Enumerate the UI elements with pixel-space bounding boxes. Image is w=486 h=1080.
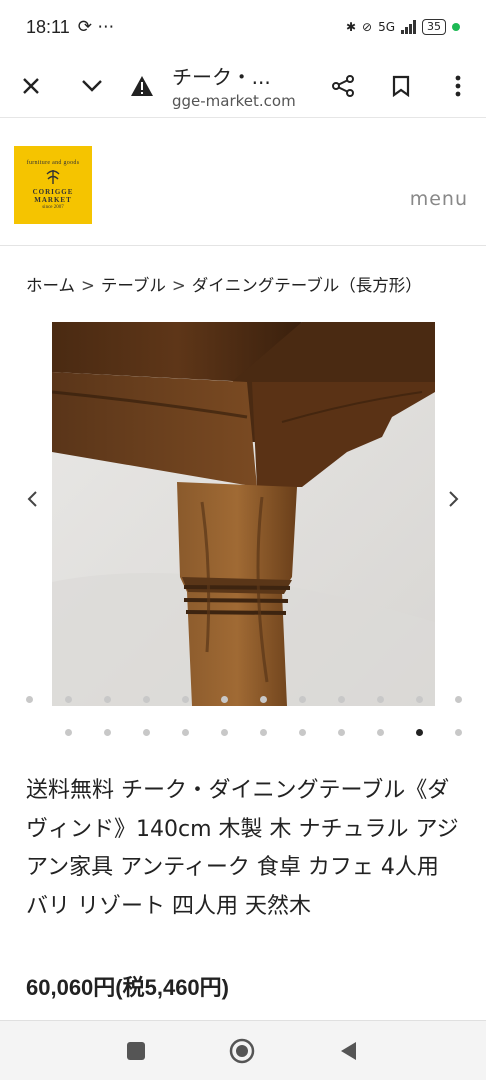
- gallery-pagination-dots: [0, 729, 486, 739]
- status-extra-icons: ⟳ ⋯: [77, 17, 115, 37]
- chevron-down-icon: [82, 79, 102, 92]
- gallery-prev-button[interactable]: [20, 487, 44, 511]
- page-title: チーク・...: [172, 65, 271, 89]
- thumbnail-dot[interactable]: [377, 696, 384, 703]
- product-image[interactable]: [52, 322, 435, 706]
- breadcrumb-separator: >: [81, 276, 95, 295]
- site-header: furniture and goods CORIGGE MARKET since…: [0, 118, 486, 246]
- thumbnail-dot[interactable]: [65, 696, 72, 703]
- logo-emblem-icon: [46, 170, 60, 184]
- privacy-indicator-icon: [452, 23, 460, 31]
- logo-since: since 2007: [42, 205, 64, 210]
- recents-icon: [127, 1042, 145, 1060]
- back-button[interactable]: [334, 1037, 362, 1065]
- breadcrumb: ホーム > テーブル > ダイニングテーブル（長方形）: [26, 272, 422, 296]
- more-options-button[interactable]: [430, 54, 486, 118]
- pagination-dot[interactable]: [455, 729, 462, 736]
- security-warning-button[interactable]: [122, 54, 162, 118]
- page-title-area[interactable]: チーク・... gge-market.com: [162, 61, 314, 110]
- breadcrumb-table[interactable]: テーブル: [101, 276, 166, 295]
- browser-toolbar: チーク・... gge-market.com: [0, 54, 486, 118]
- gallery-thumbnail-dots: [0, 696, 486, 706]
- status-bar: 18:11 ⟳ ⋯ ✱ ⊘ 5G 35: [0, 0, 486, 54]
- thumbnail-dot[interactable]: [299, 696, 306, 703]
- link-icon: ⊘: [362, 20, 373, 34]
- table-photo: [52, 322, 435, 706]
- thumbnail-dot[interactable]: [143, 696, 150, 703]
- close-icon: [23, 77, 39, 94]
- system-nav-bar: [0, 1020, 486, 1080]
- network-label: 5G: [378, 20, 395, 34]
- pagination-dot[interactable]: [143, 729, 150, 736]
- back-icon: [341, 1042, 356, 1060]
- pagination-dot[interactable]: [299, 729, 306, 736]
- more-vertical-icon: [455, 75, 461, 96]
- chevron-right-icon: [449, 491, 459, 507]
- pagination-dot[interactable]: [416, 729, 423, 736]
- breadcrumb-home[interactable]: ホーム: [26, 276, 75, 295]
- logo-tagline: furniture and goods: [26, 160, 80, 166]
- bookmark-button[interactable]: [372, 54, 430, 118]
- thumbnail-dot[interactable]: [104, 696, 111, 703]
- site-logo[interactable]: furniture and goods CORIGGE MARKET since…: [14, 146, 92, 224]
- pagination-dot[interactable]: [377, 729, 384, 736]
- thumbnail-dot[interactable]: [221, 696, 228, 703]
- status-time: 18:11: [26, 16, 70, 37]
- collapse-button[interactable]: [62, 54, 122, 118]
- warning-icon: [131, 75, 153, 96]
- share-icon: [332, 74, 354, 97]
- gallery-next-button[interactable]: [442, 487, 466, 511]
- pagination-dot[interactable]: [260, 729, 267, 736]
- product-gallery: [0, 322, 486, 708]
- menu-button[interactable]: menu: [410, 188, 468, 210]
- thumbnail-dot[interactable]: [260, 696, 267, 703]
- breadcrumb-dining-table[interactable]: ダイニングテーブル（長方形）: [192, 276, 422, 295]
- thumbnail-dot[interactable]: [338, 696, 345, 703]
- thumbnail-dot[interactable]: [455, 696, 462, 703]
- logo-name-2: MARKET: [34, 196, 72, 204]
- thumbnail-dot[interactable]: [182, 696, 189, 703]
- page-url: gge-market.com: [172, 92, 296, 110]
- thumbnail-dot[interactable]: [416, 696, 423, 703]
- home-button[interactable]: [228, 1037, 256, 1065]
- chevron-left-icon: [27, 491, 37, 507]
- bluetooth-icon: ✱: [345, 20, 356, 34]
- home-icon: [229, 1038, 255, 1064]
- signal-icon: [401, 20, 416, 34]
- pagination-dot[interactable]: [338, 729, 345, 736]
- share-button[interactable]: [314, 54, 372, 118]
- battery-icon: 35: [422, 19, 446, 35]
- pagination-dot[interactable]: [104, 729, 111, 736]
- breadcrumb-separator: >: [171, 276, 186, 295]
- product-price: 60,060円(税5,460円): [26, 975, 229, 1000]
- thumbnail-dot[interactable]: [26, 696, 33, 703]
- pagination-dot[interactable]: [65, 729, 72, 736]
- close-button[interactable]: [0, 54, 62, 118]
- logo-name-1: CORIGGE: [32, 188, 74, 196]
- bookmark-icon: [392, 75, 410, 97]
- recents-button[interactable]: [122, 1037, 150, 1065]
- pagination-dot[interactable]: [182, 729, 189, 736]
- pagination-dot[interactable]: [221, 729, 228, 736]
- product-title: 送料無料 チーク・ダイニングテーブル《ダヴィンド》140cm 木製 木 ナチュラ…: [26, 778, 459, 919]
